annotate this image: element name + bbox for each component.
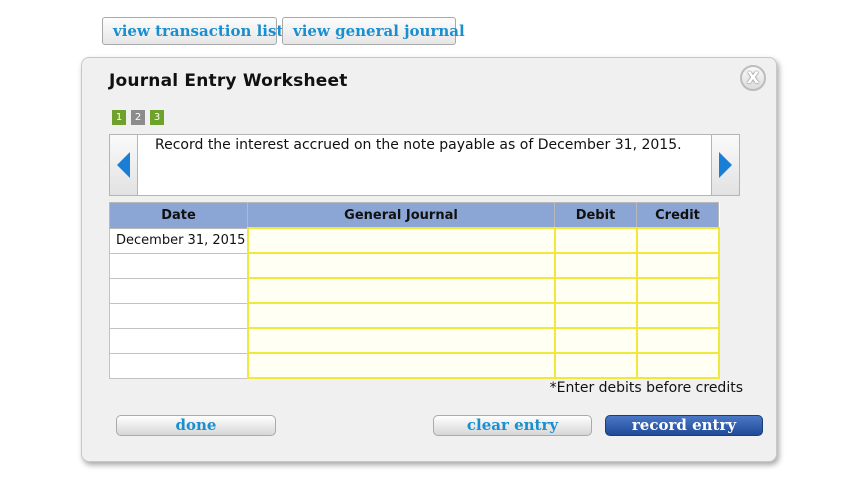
chevron-left-icon xyxy=(117,152,130,178)
journal-entry-worksheet-panel: Journal Entry Worksheet X 1 2 3 Record t… xyxy=(81,57,777,462)
date-cell[interactable] xyxy=(109,352,248,379)
table-row xyxy=(109,252,720,279)
worksheet-title: Journal Entry Worksheet xyxy=(109,71,348,91)
account-input[interactable] xyxy=(246,277,556,304)
account-input[interactable] xyxy=(246,302,556,329)
debit-input[interactable] xyxy=(553,252,638,279)
date-cell[interactable] xyxy=(109,302,248,329)
step-2-button[interactable]: 2 xyxy=(131,110,145,125)
journal-entry-table: Date General Journal Debit Credit Decemb… xyxy=(109,202,720,379)
table-row xyxy=(109,277,720,304)
table-row xyxy=(109,302,720,329)
view-general-journal-button[interactable]: view general journal xyxy=(282,17,465,45)
table-row xyxy=(109,327,720,354)
credit-input[interactable] xyxy=(635,277,720,304)
debit-input[interactable] xyxy=(553,352,638,379)
account-input[interactable] xyxy=(246,252,556,279)
previous-entry-button[interactable] xyxy=(110,135,138,195)
date-cell[interactable] xyxy=(109,277,248,304)
general-journal-column-header: General Journal xyxy=(247,202,555,229)
debit-column-header: Debit xyxy=(554,202,637,229)
table-row xyxy=(109,352,720,379)
step-1-button[interactable]: 1 xyxy=(112,110,126,125)
clear-entry-button[interactable]: clear entry xyxy=(433,415,592,436)
date-cell[interactable] xyxy=(109,327,248,354)
step-3-button[interactable]: 3 xyxy=(150,110,164,125)
credit-input[interactable] xyxy=(635,327,720,354)
debits-before-credits-note: *Enter debits before credits xyxy=(549,380,743,396)
credit-input[interactable] xyxy=(635,227,720,254)
debit-input[interactable] xyxy=(553,227,638,254)
date-cell[interactable] xyxy=(109,252,248,279)
credit-input[interactable] xyxy=(635,302,720,329)
next-entry-button[interactable] xyxy=(711,135,739,195)
entry-description-box: Record the interest accrued on the note … xyxy=(109,134,740,196)
record-entry-button[interactable]: record entry xyxy=(605,415,763,436)
view-transaction-list-button[interactable]: view transaction list xyxy=(102,17,283,45)
date-column-header: Date xyxy=(109,202,248,229)
close-icon[interactable]: X xyxy=(740,65,766,91)
account-input[interactable] xyxy=(246,352,556,379)
step-indicator: 1 2 3 xyxy=(112,110,164,125)
credit-input[interactable] xyxy=(635,352,720,379)
debit-input[interactable] xyxy=(553,327,638,354)
date-cell: December 31, 2015 xyxy=(109,227,248,254)
account-input[interactable] xyxy=(246,327,556,354)
chevron-right-icon xyxy=(719,152,732,178)
table-row: December 31, 2015 xyxy=(109,227,720,254)
done-button[interactable]: done xyxy=(116,415,276,436)
credit-input[interactable] xyxy=(635,252,720,279)
credit-column-header: Credit xyxy=(636,202,719,229)
account-input[interactable] xyxy=(246,227,556,254)
entry-description: Record the interest accrued on the note … xyxy=(155,137,682,153)
debit-input[interactable] xyxy=(553,277,638,304)
table-header-row: Date General Journal Debit Credit xyxy=(109,202,719,229)
debit-input[interactable] xyxy=(553,302,638,329)
